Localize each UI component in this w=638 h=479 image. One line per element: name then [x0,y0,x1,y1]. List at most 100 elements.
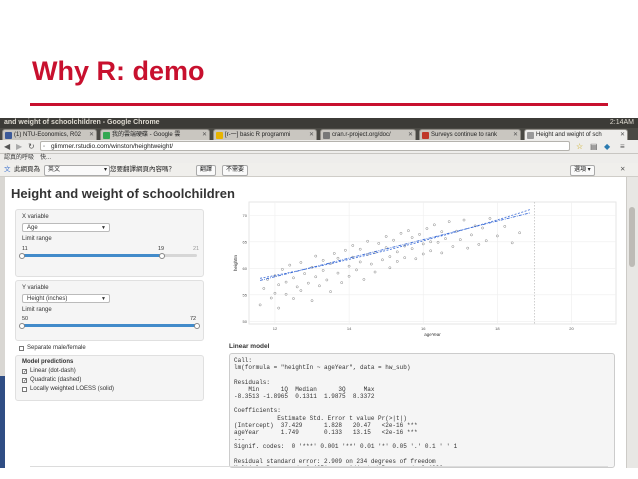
translate-prefix: 此網頁為 [14,166,40,173]
translate-icon: 文 [4,166,11,173]
page-scrollbar[interactable] [626,177,638,468]
prediction-linear-label: Linear (dot-dash) [30,368,76,374]
language-select[interactable]: 英文 ▾ [44,165,110,176]
y-variable-panel: Y variable Height (inches) ▼ Limit range … [15,280,204,341]
x-tick-label: 14 [347,326,352,331]
scrollbar-thumb[interactable] [629,207,635,267]
separate-checkbox[interactable] [19,346,24,351]
close-icon[interactable]: ✕ [620,163,625,176]
close-icon[interactable]: ✕ [89,130,94,140]
tab-google-drive[interactable]: 我的雲端硬碟 - Google 雲 ✕ [100,129,210,140]
model-line: Signif. codes: 0 '***' 0.001 '**' 0.01 '… [234,443,458,451]
tab-cran[interactable]: cran.r-project.org/doc/✕ [320,129,416,140]
x-slider-value: 19 [158,246,165,252]
model-line: Coefficients: [234,407,281,415]
x-slider-min-handle[interactable] [19,252,25,259]
address-bar[interactable]: ▫ glimmer.rstudio.com/winston/heightweig… [40,141,570,151]
tab-r-programming[interactable]: [r-一] basic R programmi ✕ [213,129,317,140]
extension-icon[interactable]: ▤ [590,141,598,152]
x-axis-title: ageYear [424,332,441,337]
x-tick-label: 18 [495,326,500,331]
x-tick-label: 20 [569,326,574,331]
prediction-linear-checkbox[interactable]: ✓ [22,369,27,375]
tab-favicon [216,132,223,139]
y-tick-label: 50 [243,319,248,324]
model-summary-output: Call: lm(formula = "heightIn ~ ageYear", … [229,353,615,468]
prediction-loess-row[interactable]: Locally weighted LOESS (solid) [22,386,192,394]
bookmark-item[interactable]: 認真的呼吸 [4,154,34,163]
bookmarks-bar: 認真的呼吸 快... [0,154,638,163]
y-tick-label: 55 [243,292,248,297]
close-icon[interactable]: ✕ [309,130,314,140]
translate-question: 您要翻譯網頁內容嗎？ [110,166,175,173]
x-limit-label: Limit range [22,236,52,242]
extension-blue-icon[interactable]: ◆ [604,141,610,152]
bookmark-star-icon[interactable]: ☆ [576,141,583,152]
predictions-panel: Model predictions ✓ Linear (dot-dash) ✓ … [15,355,204,401]
model-line: Residual standard error: 2.909 on 234 de… [234,457,436,465]
chevron-down-icon: ▼ [101,225,106,231]
model-line: Estimate Std. Error t value Pr(>|t|) [234,414,407,422]
back-arrow-icon[interactable]: ◀ [4,141,10,152]
prediction-loess-label: Locally weighted LOESS (solid) [30,386,115,392]
title-rule [30,103,608,106]
model-line: --- [234,436,245,444]
window-titlebar: and weight of schoolchildren - Google Ch… [0,118,638,128]
page-icon: ▫ [43,144,46,150]
y-slider-value: 72 [190,316,197,322]
forward-arrow-icon[interactable]: ▶ [16,141,22,152]
y-axis-title: heightIn [233,254,238,271]
browser-screenshot: and weight of schoolchildren - Google Ch… [0,118,638,468]
model-line [234,371,610,378]
tab-strip: (1) NTU-Economics, R02 ✕ 我的雲端硬碟 - Google … [0,128,638,140]
model-line: lm(formula = "heightIn ~ ageYear", data … [234,364,411,372]
y-variable-label: Y variable [22,285,49,291]
separate-checkbox-row[interactable]: Separate male/female [19,345,139,353]
reload-icon[interactable]: ↻ [28,141,35,152]
slide-title: Why R: demo [32,56,205,86]
chevron-down-icon: ▾ [103,167,107,173]
predictions-title: Model predictions [22,359,74,365]
menu-icon[interactable]: ≡ [620,141,625,152]
x-slider-max-handle[interactable] [159,252,165,259]
y-slider-min-handle[interactable] [19,322,25,329]
x-variable-select[interactable]: Age ▼ [22,223,110,232]
no-translate-button[interactable]: 不需要 [222,165,249,176]
close-icon[interactable]: ✕ [408,130,413,140]
tab-favicon [527,132,534,139]
y-slider-max-handle[interactable] [194,322,200,329]
model-line: Min 1Q Median 3Q Max [234,385,375,393]
translate-bar: 文 此網頁為 英文 ▾ 您要翻譯網頁內容嗎？ 翻譯 不需要 選項 ▾ ✕ [0,163,638,177]
y-tick-label: 60 [243,266,248,271]
tray-clock: 2:14AM [609,119,634,126]
tab-surveys[interactable]: Surveys continue to rank ✕ [419,129,521,140]
tab-favicon [323,132,330,139]
prediction-loess-checkbox[interactable] [22,387,27,392]
x-variable-panel: X variable Age ▼ Limit range 11 19 21 [15,209,204,277]
translate-options-button[interactable]: 選項 ▾ [570,165,595,176]
model-line: Residuals: [234,378,271,386]
bookmark-item[interactable]: 快... [40,154,51,163]
model-line: (Intercept) 37.429 1.828 20.47 <2e-16 **… [234,421,418,429]
prediction-linear-row[interactable]: ✓ Linear (dot-dash) [22,368,172,376]
model-line: ageYear 1.749 0.133 13.15 <2e-16 *** [234,428,418,436]
tab-favicon [103,132,110,139]
x-slider-fill [22,254,162,257]
translate-button[interactable]: 翻譯 [196,165,217,176]
close-icon[interactable]: ✕ [513,130,518,140]
close-icon[interactable]: ✕ [202,130,207,140]
model-line [234,400,610,407]
tab-facebook[interactable]: (1) NTU-Economics, R02 ✕ [2,129,97,140]
y-tick-label: 65 [243,239,248,244]
y-variable-select[interactable]: Height (inches) ▼ [22,294,110,303]
close-icon[interactable]: ✕ [620,130,625,140]
address-url: glimmer.rstudio.com/winston/heightweight… [51,143,174,150]
tab-height-weight[interactable]: Height and weight of sch ✕ [524,129,628,140]
separate-label: Separate male/female [27,345,86,351]
prediction-quadratic-checkbox[interactable]: ✓ [22,378,27,384]
prediction-quadratic-label: Quadratic (dashed) [30,377,82,383]
y-tick-label: 70 [243,213,248,218]
prediction-quadratic-row[interactable]: ✓ Quadratic (dashed) [22,377,172,385]
browser-toolbar: ◀ ▶ ↻ ▫ glimmer.rstudio.com/winston/heig… [0,140,638,154]
scatter-plot: 12 14 16 18 20 50 55 60 65 70 ageYear heightIn [233,201,617,337]
